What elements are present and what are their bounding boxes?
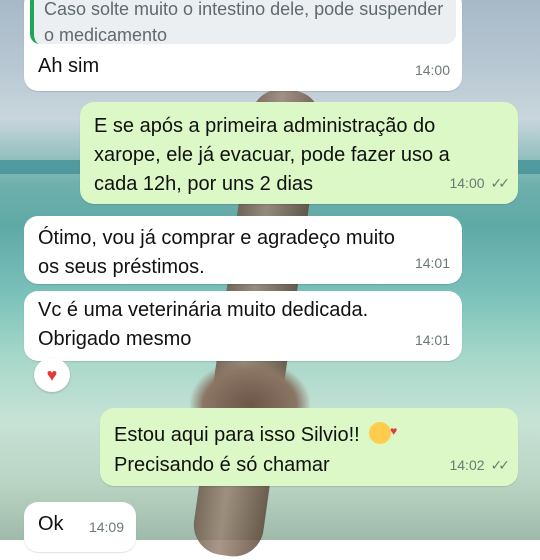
message-text: E se após a primeira administração do xa… [94,115,450,195]
message-time: 14:01 [414,255,450,271]
message-text: Estou aqui para isso Silvio!! Precisando… [114,416,504,480]
message-bubble-outgoing[interactable]: E se após a primeira administração do xa… [80,102,518,204]
message-time: 14:02 ✓✓ [449,451,511,480]
message-text: Ótimo, vou já comprar e agradeço muito o… [38,227,395,278]
message-bubble-incoming[interactable]: Ótimo, vou já comprar e agradeço muito o… [24,216,462,284]
message-text-line-1: Estou aqui para isso Silvio!! [114,424,360,446]
message-bubble-incoming[interactable]: Ok 14:09 [24,502,136,552]
smiling-face-with-hearts-icon [369,416,397,446]
quoted-reply[interactable]: Caso solte muito o intestino dele, pode … [30,0,456,45]
message-text-line-2: Precisando é só chamar [114,454,330,476]
message-text: Vc é uma veterinária muito dedicada. Obr… [38,299,369,350]
message-bubble-outgoing[interactable]: Estou aqui para isso Silvio!! Precisando… [100,408,518,486]
quoted-reply-text: Caso solte muito o intestino dele, pode … [44,0,444,45]
message-time: 14:00 ✓✓ [449,169,511,198]
message-bubble-incoming[interactable]: Vc é uma veterinária muito dedicada. Obr… [24,291,462,361]
heart-reaction[interactable]: ♥ [34,358,70,392]
message-bubble-incoming[interactable]: Caso solte muito o intestino dele, pode … [24,0,462,91]
double-check-icon: ✓✓ [490,457,511,473]
message-time: 14:09 [88,519,124,535]
message-text: Ah sim [38,55,100,77]
message-time: 14:01 [414,332,450,348]
heart-icon: ♥ [46,364,58,385]
message-time: 14:00 [414,62,450,78]
double-check-icon: ✓✓ [490,175,511,191]
